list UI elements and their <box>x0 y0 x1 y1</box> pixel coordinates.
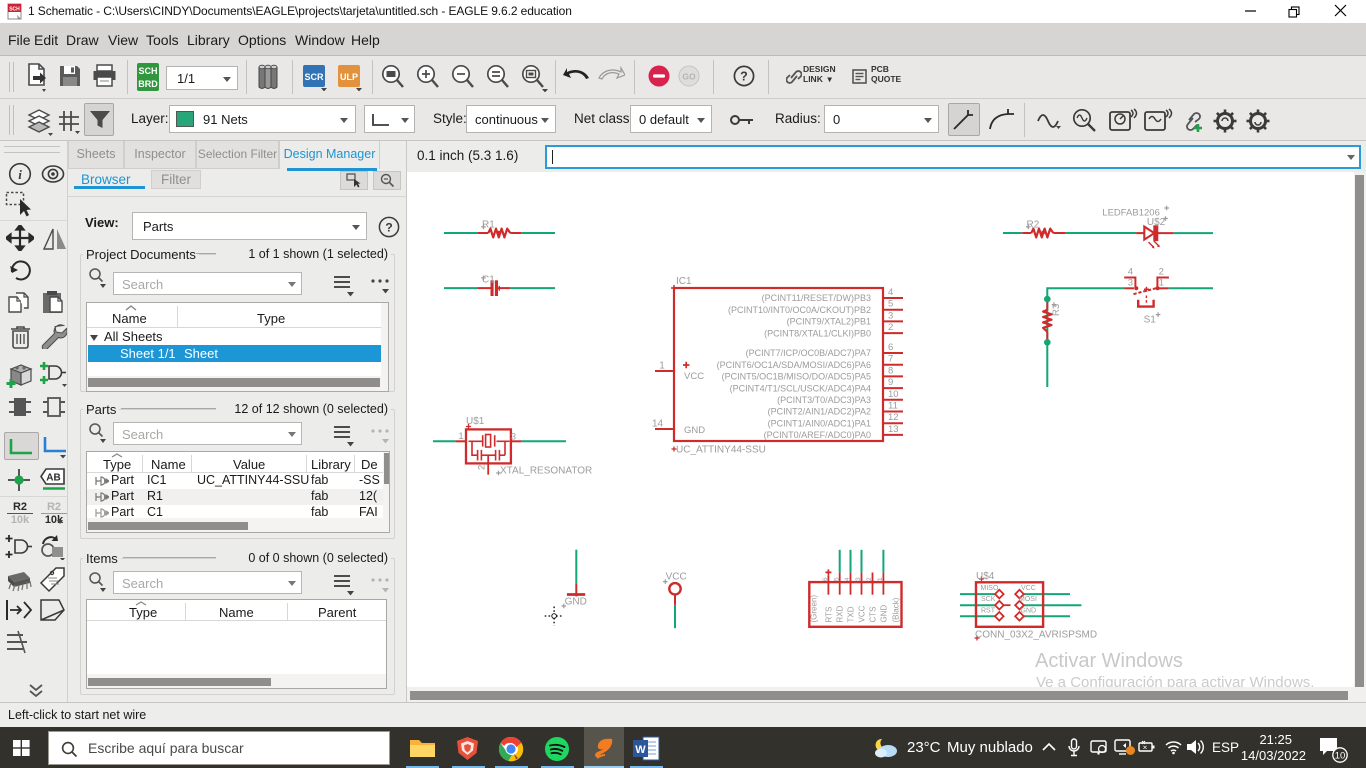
svg-text:2: 2 <box>888 322 893 333</box>
svg-text:RST: RST <box>981 607 996 614</box>
svg-text:3: 3 <box>1128 278 1133 289</box>
svg-text:U$1: U$1 <box>466 416 485 427</box>
svg-text:6: 6 <box>822 577 829 581</box>
svg-text:4: 4 <box>888 287 893 298</box>
svg-text:1: 1 <box>877 577 884 581</box>
svg-text:5: 5 <box>888 299 893 310</box>
svg-text:RXD: RXD <box>836 605 845 622</box>
svg-text:12: 12 <box>888 412 899 423</box>
svg-text:GND: GND <box>879 605 888 623</box>
svg-text:IC1: IC1 <box>676 276 692 287</box>
svg-text:R3: R3 <box>1051 304 1062 316</box>
svg-text:3: 3 <box>511 431 516 442</box>
svg-text:2: 2 <box>866 577 873 581</box>
svg-text:(PCINT11/RESET/DW)PB3: (PCINT11/RESET/DW)PB3 <box>762 293 871 303</box>
svg-text:GND: GND <box>565 597 587 608</box>
svg-text:1: 1 <box>659 361 665 372</box>
svg-text:W: W <box>635 744 646 756</box>
svg-text:(PCINT9/XTAL2)PB1: (PCINT9/XTAL2)PB1 <box>787 317 871 327</box>
svg-text:(PCINT3/T0/ADC3)PA3: (PCINT3/T0/ADC3)PA3 <box>777 395 871 405</box>
svg-text:SCH: SCH <box>9 7 20 13</box>
svg-text:S1: S1 <box>1144 315 1157 326</box>
svg-text:1: 1 <box>1159 278 1164 289</box>
svg-text:SCR: SCR <box>304 72 324 82</box>
svg-text:?: ? <box>385 221 392 235</box>
svg-text:MISO: MISO <box>981 585 999 592</box>
svg-text:10: 10 <box>888 389 899 400</box>
svg-text:RTS: RTS <box>824 607 833 623</box>
svg-text:AB: AB <box>46 473 60 484</box>
svg-text:CONN_03X2_AVRISPSMD: CONN_03X2_AVRISPSMD <box>975 630 1097 641</box>
svg-text:(PCINT5/OC1B/MISO/DO/ADC5)PA5: (PCINT5/OC1B/MISO/DO/ADC5)PA5 <box>722 372 871 382</box>
svg-text:CTS: CTS <box>869 607 878 623</box>
svg-text:(PCINT10/INT0/OC0A/CKOUT)PB2: (PCINT10/INT0/OC0A/CKOUT)PB2 <box>728 305 871 315</box>
svg-text:5: 5 <box>833 577 840 581</box>
svg-text:(PCINT6/OC1A/SDA/MOSI/ADC6)PA6: (PCINT6/OC1A/SDA/MOSI/ADC6)PA6 <box>717 360 871 370</box>
svg-text:14: 14 <box>652 419 664 430</box>
svg-text:?: ? <box>740 70 748 84</box>
svg-text:1: 1 <box>458 431 463 442</box>
svg-text:ULP: ULP <box>340 72 358 82</box>
svg-text:SCK: SCK <box>981 596 996 603</box>
svg-text:TXD: TXD <box>847 606 856 622</box>
svg-text:U$2: U$2 <box>1147 217 1166 228</box>
svg-text:MOSI: MOSI <box>1019 596 1037 603</box>
svg-text:GND: GND <box>684 425 705 436</box>
svg-text:(PCINT0/AREF/ADC0)PA0: (PCINT0/AREF/ADC0)PA0 <box>764 430 871 440</box>
svg-text:(PCINT2/AIN1/ADC2)PA2: (PCINT2/AIN1/ADC2)PA2 <box>768 407 871 417</box>
svg-text:VCC: VCC <box>1021 585 1036 592</box>
svg-text:13: 13 <box>888 424 899 435</box>
svg-text:SCH: SCH <box>138 66 157 76</box>
svg-text:(PCINT8/XTAL1/CLKI)PB0: (PCINT8/XTAL1/CLKI)PB0 <box>764 328 871 338</box>
svg-text:4: 4 <box>1128 266 1133 277</box>
svg-text:2: 2 <box>477 465 488 470</box>
svg-text:XTAL_RESONATOR: XTAL_RESONATOR <box>500 466 592 477</box>
svg-text:3: 3 <box>888 310 893 321</box>
svg-text:✕: ✕ <box>1142 746 1147 752</box>
svg-text:8: 8 <box>888 365 893 376</box>
svg-text:3: 3 <box>855 577 862 581</box>
svg-text:UC_ATTINY44-SSU: UC_ATTINY44-SSU <box>676 445 766 456</box>
svg-text:(PCINT7/ICP/OC0B/ADC7)PA7: (PCINT7/ICP/OC0B/ADC7)PA7 <box>746 348 871 358</box>
svg-text:6: 6 <box>888 342 893 353</box>
svg-text:7: 7 <box>888 354 893 365</box>
svg-text:9: 9 <box>888 377 893 388</box>
svg-text:(Green): (Green) <box>810 595 819 623</box>
svg-text:VCC: VCC <box>684 371 704 382</box>
svg-text:(Black): (Black) <box>892 597 901 622</box>
svg-text:BRD: BRD <box>138 79 158 89</box>
svg-text:11: 11 <box>888 401 898 412</box>
svg-text:(PCINT1/AIN0/ADC1)PA1: (PCINT1/AIN0/ADC1)PA1 <box>768 418 871 428</box>
svg-text:4: 4 <box>844 577 851 581</box>
svg-text:10: 10 <box>1335 751 1346 762</box>
svg-text:VCC: VCC <box>858 605 867 622</box>
svg-text:GND: GND <box>1021 607 1037 614</box>
svg-text:U$4: U$4 <box>976 571 995 582</box>
svg-text:VCC: VCC <box>666 572 687 583</box>
svg-text:i: i <box>18 167 22 182</box>
svg-text:2: 2 <box>1159 266 1164 277</box>
svg-text:GO: GO <box>682 72 696 82</box>
svg-text:(PCINT4/T1/SCL/USCK/ADC4)PA4: (PCINT4/T1/SCL/USCK/ADC4)PA4 <box>730 383 871 393</box>
